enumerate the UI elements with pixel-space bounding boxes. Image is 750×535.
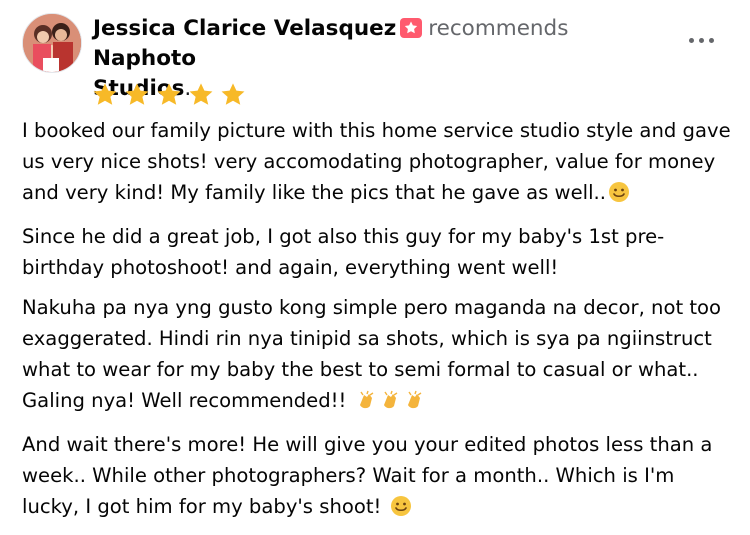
- star-icon: [154, 81, 184, 109]
- review-text: I booked our family picture with this ho…: [22, 115, 734, 535]
- recommends-verb: recommends: [428, 16, 569, 41]
- rating-stars: [90, 81, 248, 109]
- clapping-hands-emoji: [355, 389, 377, 420]
- star-icon: [186, 81, 216, 109]
- star-icon: [218, 81, 248, 109]
- review-paragraph: And wait there's more! He will give you …: [22, 429, 734, 526]
- top-fan-badge-icon[interactable]: [400, 18, 423, 38]
- clapping-hands-emoji: [403, 389, 425, 420]
- review-paragraph: Nakuha pa nya yng gusto kong simple pero…: [22, 292, 734, 420]
- page-link-naphoto[interactable]: Naphoto: [93, 46, 196, 71]
- star-icon: [90, 81, 120, 109]
- review-paragraph: Since he did a great job, I got also thi…: [22, 225, 665, 279]
- author-avatar[interactable]: [22, 13, 82, 73]
- smiling-face-emoji: [608, 181, 630, 212]
- clapping-hands-emoji: [379, 389, 401, 420]
- author-name[interactable]: Jessica Clarice Velasquez: [93, 16, 396, 41]
- smiling-face-emoji: [390, 495, 412, 526]
- more-options-icon[interactable]: [688, 30, 716, 50]
- review-paragraph: I booked our family picture with this ho…: [22, 115, 734, 212]
- star-icon: [122, 81, 152, 109]
